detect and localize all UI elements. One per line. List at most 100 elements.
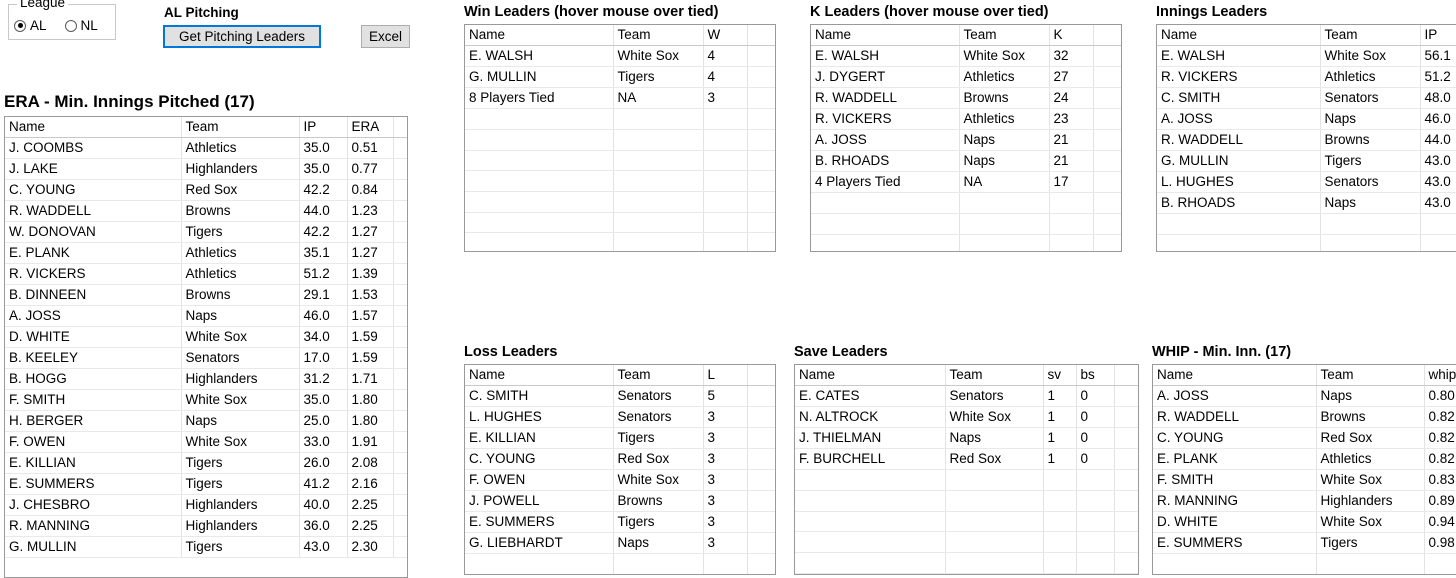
table-row: E. KILLIAN Tigers 3 <box>465 427 775 450</box>
table-header-row: Name Team sv bs <box>795 365 1138 387</box>
table-cell: L. HUGHES <box>465 406 614 429</box>
table-cell <box>1420 234 1456 251</box>
table-cell: 3 <box>703 448 748 471</box>
table-cell: 25.0 <box>299 410 348 433</box>
table-cell: Tigers <box>1320 150 1421 173</box>
table-cell: 43.0 <box>1420 150 1456 173</box>
table-row: L. HUGHES Senators 43.0 <box>1157 171 1456 194</box>
table-cell: Athletics <box>959 108 1050 131</box>
table-cell <box>465 170 614 192</box>
table-cell: E. PLANK <box>1153 448 1317 471</box>
table-cell <box>393 179 407 202</box>
table-cell: 0.82 <box>1424 406 1456 429</box>
radio-nl-icon[interactable] <box>64 19 77 32</box>
table-cell: Red Sox <box>945 448 1044 471</box>
table-cell: 3 <box>703 427 748 450</box>
table-cell: 3 <box>703 406 748 429</box>
column-header-cell: Team <box>1320 25 1421 47</box>
column-header-cell: Name <box>1153 365 1317 387</box>
table-row: E. SUMMERS Tigers 41.2 2.16 <box>5 473 407 496</box>
table-cell: White Sox <box>181 431 300 454</box>
radio-al-icon[interactable] <box>14 19 26 32</box>
win-leaders-table: Name Team W E. WALSH White Sox 4 G. MULLIN Tige… <box>465 25 775 251</box>
table-cell: 1 <box>1043 448 1077 471</box>
table-cell <box>465 191 614 213</box>
league-legend: League <box>17 0 69 10</box>
table-cell: E. SUMMERS <box>5 473 182 496</box>
table-cell: 8 Players Tied <box>465 87 614 110</box>
table-cell: Browns <box>1316 406 1425 429</box>
table-row: C. YOUNG Red Sox 0.82 <box>1153 427 1456 450</box>
table-cell: 0 <box>1076 448 1115 471</box>
save-leaders-grid[interactable]: Name Team sv bs E. CATES Senators 1 0 N. ALTROCK… <box>794 364 1139 575</box>
radio-option-nl[interactable]: NL <box>64 18 98 33</box>
table-row: R. WADDELL Browns 0.82 <box>1153 406 1456 429</box>
excel-export-button[interactable]: Excel <box>361 25 410 48</box>
table-cell <box>1043 511 1077 533</box>
table-cell <box>747 490 775 513</box>
table-cell <box>613 150 704 172</box>
table-cell <box>1153 553 1317 574</box>
get-pitching-leaders-button[interactable]: Get Pitching Leaders <box>163 25 321 48</box>
table-cell: E. CATES <box>795 385 946 408</box>
table-cell: 24 <box>1049 87 1094 110</box>
table-cell <box>747 129 775 151</box>
table-cell: 2.16 <box>347 473 394 496</box>
innings-leaders-grid[interactable]: Name Team IP E. WALSH White Sox 56.1 R. VICKER… <box>1156 24 1456 252</box>
table-cell <box>959 192 1050 214</box>
table-row: D. WHITE White Sox 34.0 1.59 <box>5 326 407 349</box>
table-cell: 0.94 <box>1424 511 1456 534</box>
era-title: ERA - Min. Innings Pitched (17) <box>4 92 255 111</box>
k-leaders-grid[interactable]: Name Team K E. WALSH White Sox 32 J. DYGERT Ath… <box>810 24 1122 252</box>
table-cell: R. WADDELL <box>5 200 182 223</box>
column-header-cell <box>747 365 775 387</box>
table-cell: 56.1 <box>1420 45 1456 68</box>
table-cell <box>465 108 614 130</box>
table-cell <box>703 232 748 251</box>
table-cell: 3 <box>703 511 748 534</box>
table-cell: 0.80 <box>1424 385 1456 408</box>
table-cell: 43.0 <box>1420 192 1456 215</box>
whip-title: WHIP - Min. Inn. (17) <box>1152 344 1292 360</box>
table-cell <box>747 170 775 192</box>
table-cell <box>959 213 1050 235</box>
table-cell <box>465 212 614 234</box>
table-cell: Red Sox <box>1316 427 1425 450</box>
win-leaders-grid[interactable]: Name Team W E. WALSH White Sox 4 G. MULLIN Tige… <box>464 24 776 252</box>
whip-grid[interactable]: Name Team whip A. JOSS Naps 0.80 R. WADDELL Bro… <box>1152 364 1456 575</box>
table-row <box>465 191 775 213</box>
table-cell <box>1043 490 1077 512</box>
table-cell: C. SMITH <box>465 385 614 408</box>
table-row: J. THIELMAN Naps 1 0 <box>795 427 1138 450</box>
table-cell: White Sox <box>945 406 1044 429</box>
table-cell: R. VICKERS <box>1157 66 1321 89</box>
table-cell: F. BURCHELL <box>795 448 946 471</box>
table-cell <box>703 191 748 213</box>
table-cell: Senators <box>613 385 704 408</box>
loss-leaders-grid[interactable]: Name Team L C. SMITH Senators 5 L. HUGHES Senat… <box>464 364 776 575</box>
table-cell: D. WHITE <box>1153 511 1317 534</box>
radio-option-al[interactable]: AL <box>14 18 47 33</box>
table-row: R. WADDELL Browns 44.0 <box>1157 129 1456 152</box>
table-cell: 1.27 <box>347 242 394 265</box>
table-header-row: Name Team IP ERA <box>5 117 407 139</box>
loss-leaders-panel: Loss Leaders Name Team L C. SMITH Senators 5 L… <box>464 344 776 575</box>
table-cell <box>1157 213 1321 235</box>
table-row <box>465 553 775 574</box>
table-cell: F. OWEN <box>465 469 614 492</box>
table-cell: Naps <box>1320 108 1421 131</box>
table-cell: Naps <box>959 129 1050 152</box>
table-row <box>795 511 1138 533</box>
table-cell: 41.2 <box>299 473 348 496</box>
table-cell: Tigers <box>1316 532 1425 555</box>
table-cell: Athletics <box>1316 448 1425 471</box>
table-cell: 1.23 <box>347 200 394 223</box>
table-cell <box>945 469 1044 491</box>
era-grid[interactable]: Name Team IP ERA J. COOMBS Athletics 35.0 0.51 J… <box>4 116 408 578</box>
table-cell: 0.89 <box>1424 490 1456 513</box>
table-cell: C. YOUNG <box>465 448 614 471</box>
table-row: F. OWEN White Sox 33.0 1.91 <box>5 431 407 454</box>
table-cell: R. WADDELL <box>1153 406 1317 429</box>
table-cell <box>393 326 407 349</box>
column-header-cell: Team <box>959 25 1050 47</box>
